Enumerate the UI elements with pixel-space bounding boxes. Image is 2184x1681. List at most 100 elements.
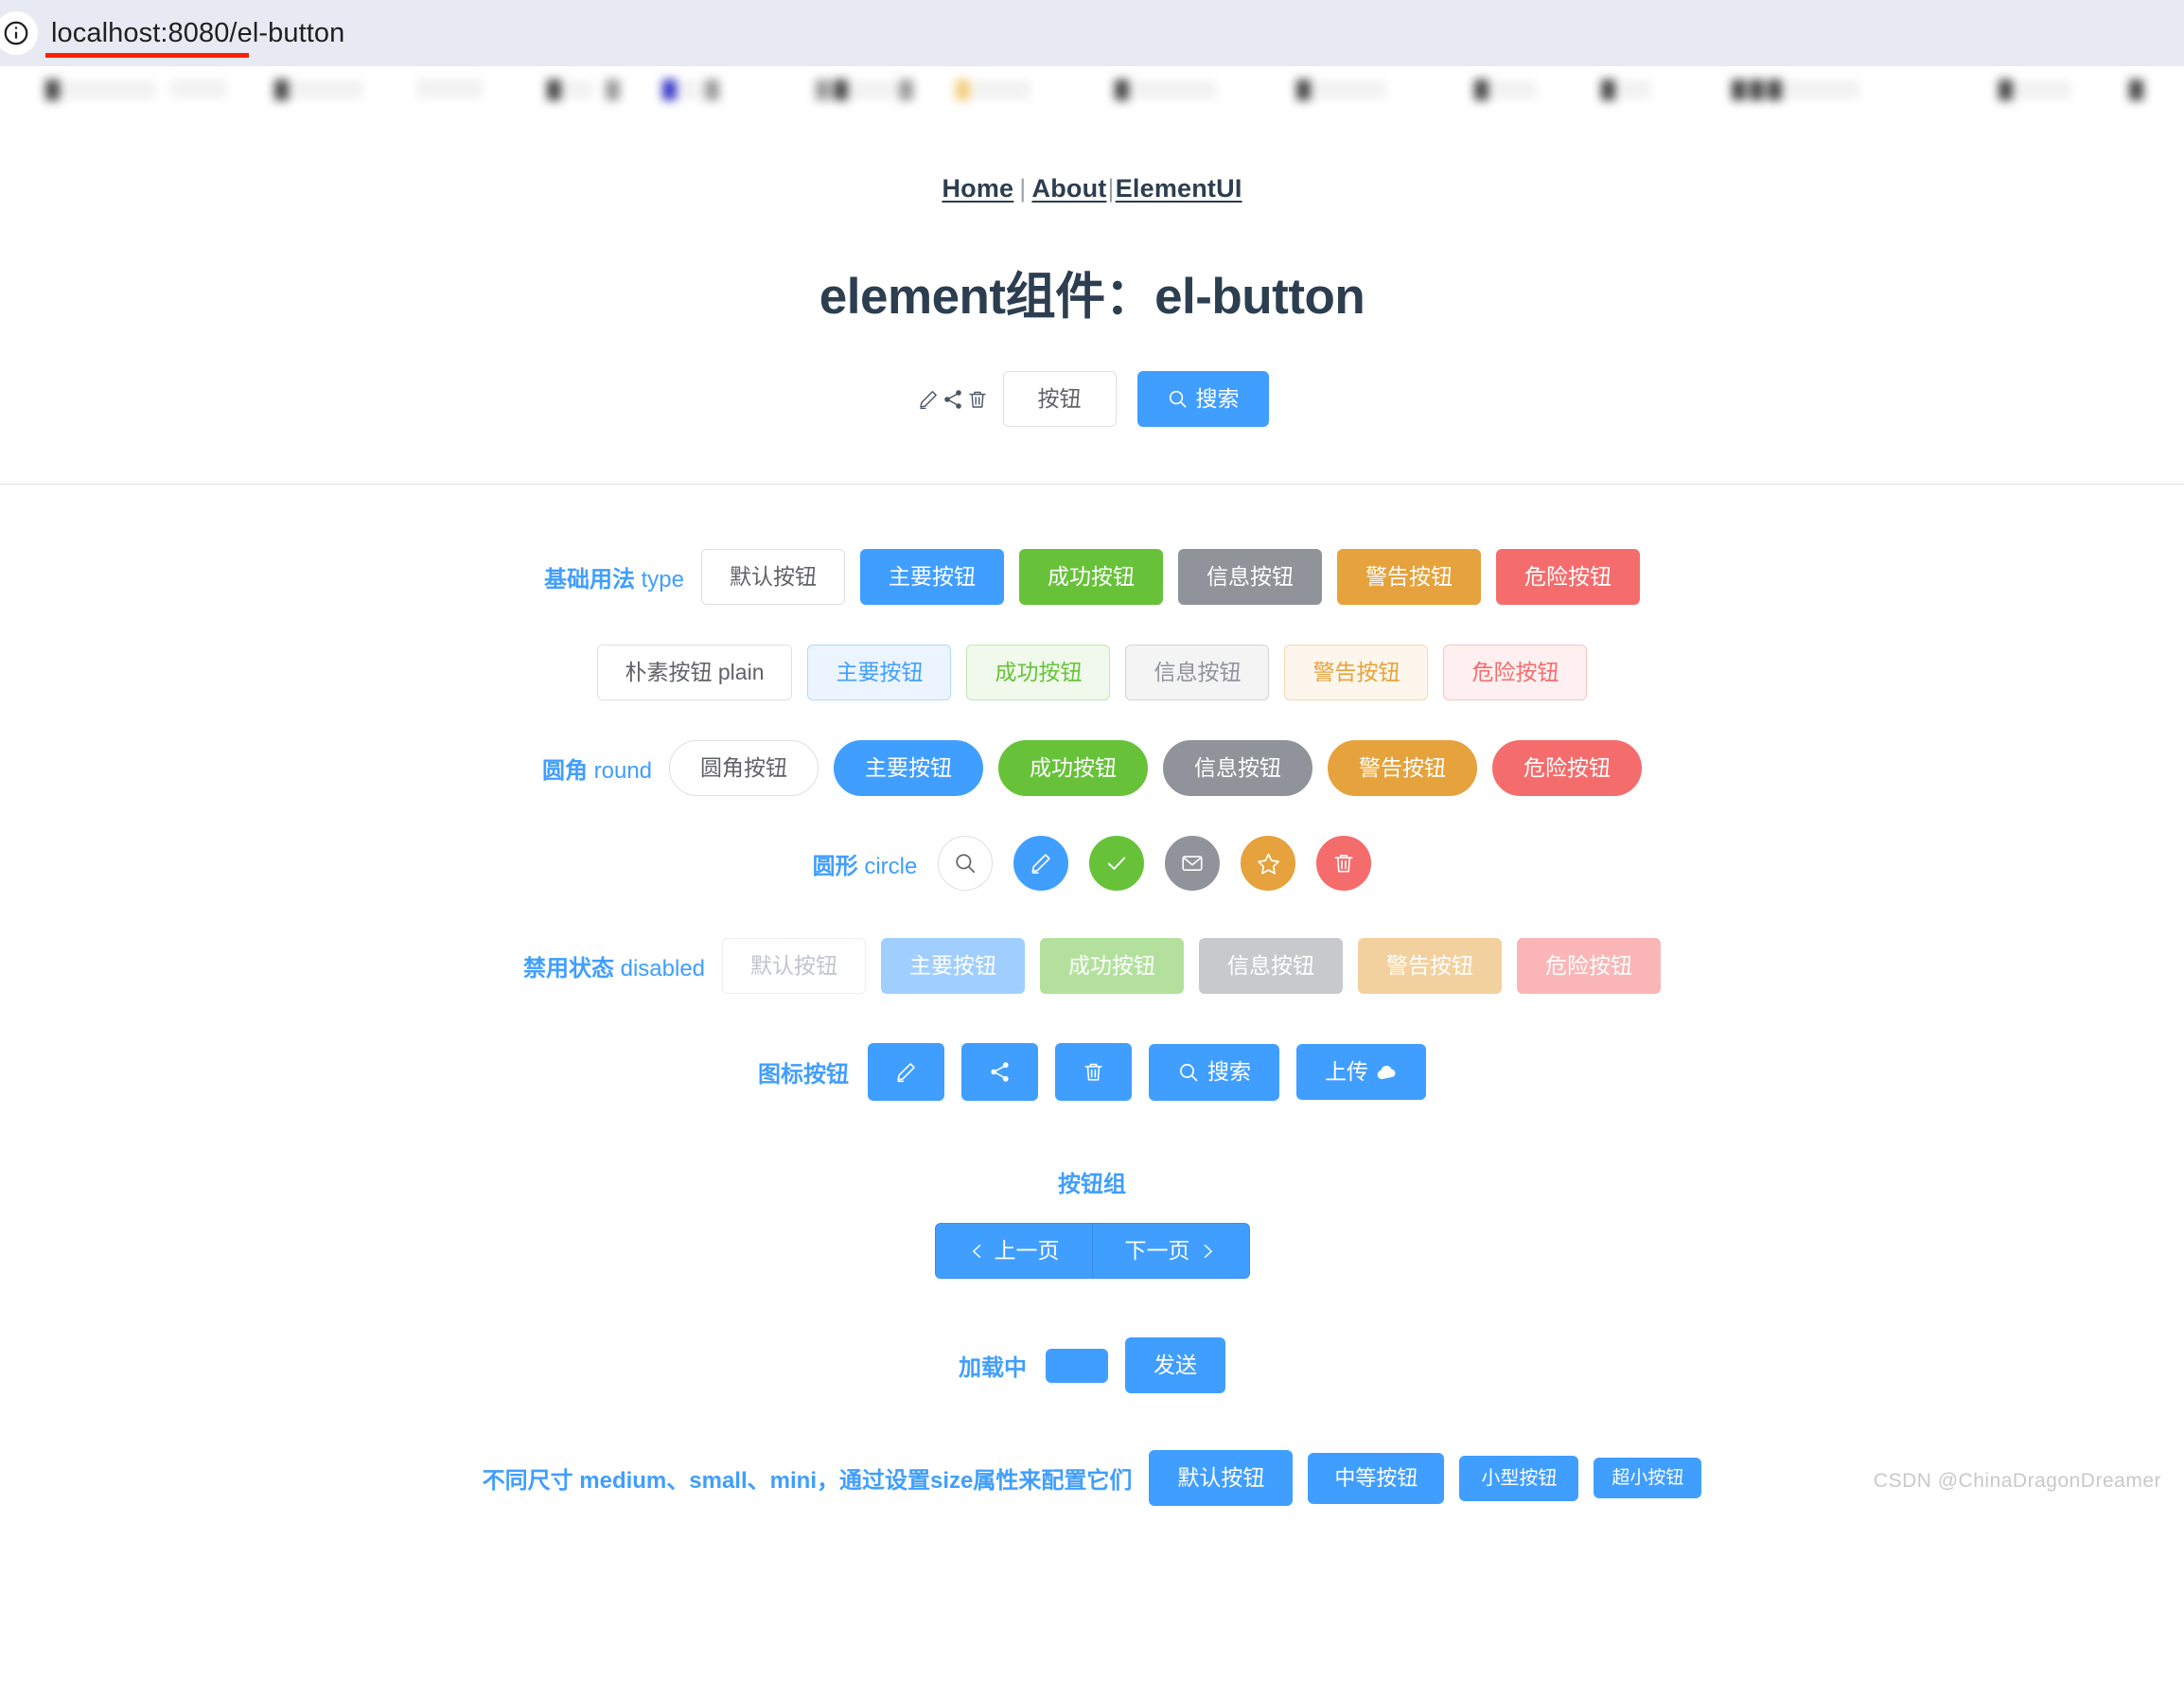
size-button-medium[interactable]: 中等按钮 xyxy=(1308,1452,1445,1504)
favicon xyxy=(1474,80,1488,100)
bookmark-item[interactable] xyxy=(416,80,483,98)
nav-link-elementui[interactable]: ElementUI xyxy=(1116,174,1242,203)
nav-separator: | xyxy=(1107,174,1115,203)
round-button-default[interactable]: 圆角按钮 xyxy=(669,740,819,796)
circle-button-star[interactable] xyxy=(1241,836,1296,891)
browser-chrome: localhost:8080/el-button xyxy=(0,0,2184,115)
plain-button[interactable]: 按钮 xyxy=(1002,371,1117,427)
search-button[interactable]: 搜索 xyxy=(1136,371,1269,427)
round-button-danger[interactable]: 危险按钮 xyxy=(1492,740,1643,796)
bookmark-item[interactable] xyxy=(1296,80,1386,100)
favicon xyxy=(899,80,913,100)
button-group-next[interactable]: 下一页 xyxy=(1091,1223,1250,1279)
upload-icon xyxy=(1376,1061,1398,1083)
plain-button-danger[interactable]: 危险按钮 xyxy=(1443,645,1588,700)
favicon xyxy=(274,80,289,100)
edit-icon xyxy=(894,1060,918,1084)
edit-icon[interactable] xyxy=(916,383,941,416)
favicon xyxy=(1768,80,1782,100)
icon-button-edit[interactable] xyxy=(868,1043,944,1101)
bookmark-item[interactable] xyxy=(547,80,593,100)
loading-button[interactable] xyxy=(1046,1348,1108,1383)
delete-icon[interactable] xyxy=(965,383,990,416)
size-button-small[interactable]: 小型按钮 xyxy=(1459,1455,1579,1501)
bookmark-item[interactable] xyxy=(1732,80,1859,100)
round-button-info[interactable]: 信息按钮 xyxy=(1163,740,1313,796)
favicon xyxy=(1115,80,1129,100)
bookmark-item[interactable] xyxy=(170,80,227,98)
size-button-default[interactable]: 默认按钮 xyxy=(1149,1450,1294,1506)
favicon xyxy=(662,80,677,100)
row-basic-type: 基础用法 type 默认按钮 主要按钮 成功按钮 信息按钮 警告按钮 危险按钮 xyxy=(0,549,2184,605)
url-text[interactable]: localhost:8080/el-button xyxy=(51,18,344,49)
send-button[interactable]: 发送 xyxy=(1125,1337,1225,1393)
button-warning[interactable]: 警告按钮 xyxy=(1337,549,1482,605)
row-loading: 加载中 发送 xyxy=(0,1337,2184,1393)
round-button-primary[interactable]: 主要按钮 xyxy=(834,740,984,796)
icon-button-upload-label: 上传 xyxy=(1325,1059,1368,1084)
size-button-mini[interactable]: 超小按钮 xyxy=(1594,1458,1702,1498)
button-primary[interactable]: 主要按钮 xyxy=(860,549,1005,605)
bookmark-item[interactable] xyxy=(662,80,719,100)
favicon xyxy=(834,80,848,100)
bookmark-item[interactable] xyxy=(956,80,1030,100)
plain-button-info[interactable]: 信息按钮 xyxy=(1125,645,1270,700)
icon-button-delete[interactable] xyxy=(1055,1043,1132,1101)
circle-button-edit[interactable] xyxy=(1013,836,1069,891)
button-group-next-label: 下一页 xyxy=(1124,1238,1190,1263)
delete-icon xyxy=(1331,851,1356,876)
row-label-basic: 基础用法 type xyxy=(543,567,685,593)
bookmark-label xyxy=(292,80,363,99)
edit-icon xyxy=(1029,851,1053,876)
icon-button-search-label: 搜索 xyxy=(1207,1059,1251,1084)
nav-link-home[interactable]: Home xyxy=(942,174,1013,203)
plain-button-success[interactable]: 成功按钮 xyxy=(966,645,1111,700)
share-icon[interactable] xyxy=(941,383,965,416)
circle-button-delete[interactable] xyxy=(1316,836,1372,891)
circle-button-search[interactable] xyxy=(938,836,994,891)
icon-button-search[interactable]: 搜索 xyxy=(1149,1043,1279,1101)
row-round: 圆角 round 圆角按钮 主要按钮 成功按钮 信息按钮 警告按钮 危险按钮 xyxy=(0,740,2184,796)
button-info[interactable]: 信息按钮 xyxy=(1178,549,1323,605)
button-success[interactable]: 成功按钮 xyxy=(1019,549,1164,605)
row-label-sizes: 不同尺寸 medium、small、mini，通过设置size属性来配置它们 xyxy=(482,1468,1133,1494)
favicon xyxy=(956,80,970,100)
row-sizes: 不同尺寸 medium、small、mini，通过设置size属性来配置它们 默… xyxy=(0,1450,2184,1506)
plain-button-warning[interactable]: 警告按钮 xyxy=(1284,645,1429,700)
button-default[interactable]: 默认按钮 xyxy=(701,549,846,605)
nav-link-about[interactable]: About xyxy=(1032,174,1107,203)
icon-button-upload[interactable]: 上传 xyxy=(1296,1044,1426,1100)
site-nav: Home | About|ElementUI xyxy=(0,115,2184,203)
nav-separator: | xyxy=(1019,174,1027,203)
disabled-button-warning: 警告按钮 xyxy=(1358,938,1503,994)
plain-button-default[interactable]: 朴素按钮 plain xyxy=(596,645,793,700)
bookmark-item[interactable] xyxy=(1474,80,1536,100)
icon-button-share[interactable] xyxy=(961,1043,1038,1101)
favicon xyxy=(1296,80,1311,100)
bookmark-item[interactable] xyxy=(816,80,913,100)
page-title: element组件：el-button xyxy=(819,269,1365,325)
row-label-icon-buttons: 图标按钮 xyxy=(758,1062,849,1088)
bookmark-item[interactable] xyxy=(1115,80,1216,100)
plain-button-primary[interactable]: 主要按钮 xyxy=(807,645,952,700)
bookmark-item[interactable] xyxy=(1999,80,2071,100)
address-bar[interactable]: localhost:8080/el-button xyxy=(0,0,2184,66)
bookmark-item[interactable] xyxy=(274,80,363,100)
row-label-loading: 加载中 xyxy=(959,1355,1027,1381)
bookmark-item[interactable] xyxy=(2129,80,2143,100)
button-danger[interactable]: 危险按钮 xyxy=(1496,549,1641,605)
round-button-warning[interactable]: 警告按钮 xyxy=(1328,740,1478,796)
bookmark-item[interactable] xyxy=(1601,80,1651,100)
round-button-success[interactable]: 成功按钮 xyxy=(998,740,1149,796)
bookmark-item[interactable] xyxy=(45,80,156,100)
bookmark-item[interactable] xyxy=(606,80,620,100)
info-icon[interactable] xyxy=(0,11,38,55)
circle-button-message[interactable] xyxy=(1165,836,1221,891)
button-group-prev[interactable]: 上一页 xyxy=(934,1223,1093,1279)
delete-icon xyxy=(1082,1060,1105,1084)
bookmark-label xyxy=(1492,80,1536,99)
circle-button-check[interactable] xyxy=(1089,836,1145,891)
bookmark-label xyxy=(680,80,701,99)
favicon xyxy=(547,80,561,100)
bookmarks-bar[interactable] xyxy=(0,66,2184,115)
